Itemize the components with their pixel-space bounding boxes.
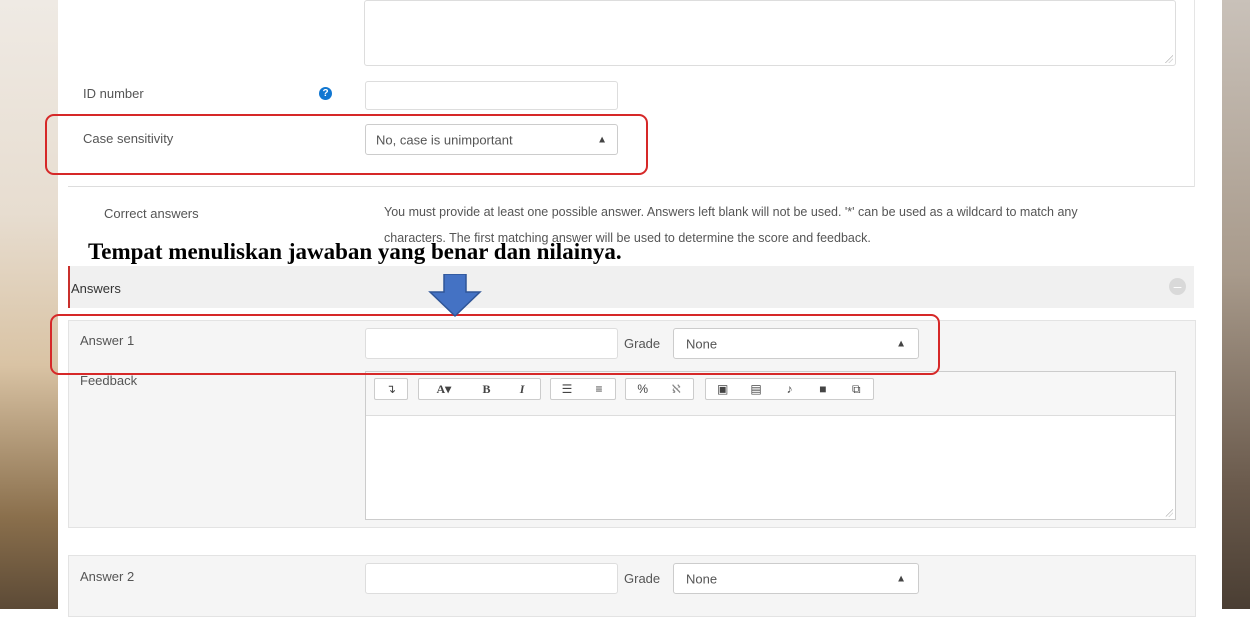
select-caret-icon: ▲ — [896, 573, 906, 584]
background-right-edge — [1222, 0, 1250, 609]
answers-section-title: Answers — [71, 281, 121, 296]
help-icon[interactable]: ? — [319, 87, 332, 100]
insert-media-icon: ▤ — [750, 382, 762, 396]
answer2-panel — [68, 555, 1196, 617]
id-number-input[interactable] — [365, 81, 618, 110]
answer2-input[interactable] — [365, 563, 618, 594]
background-left-edge — [0, 0, 58, 609]
record-video-icon: ■ — [819, 382, 827, 396]
general-feedback-textarea[interactable] — [364, 0, 1176, 66]
case-sensitivity-highlight — [45, 114, 648, 175]
link-buttons[interactable]: % ℵ — [625, 378, 694, 400]
show-more-button[interactable]: ↴ — [374, 378, 408, 400]
list-buttons[interactable]: ☰ ≡ — [550, 378, 616, 400]
resize-handle-icon[interactable] — [1165, 55, 1173, 63]
show-more-icon: ↴ — [385, 382, 397, 396]
feedback-label: Feedback — [80, 373, 138, 388]
answers-section-header[interactable]: Answers – — [68, 266, 1194, 308]
media-buttons[interactable]: ▣ ▤ ♪ ■ ⧉ — [705, 378, 874, 400]
collapse-minus-icon[interactable]: – — [1169, 278, 1186, 295]
answer2-grade-select[interactable]: None ▲ — [673, 563, 919, 594]
answer2-label: Answer 2 — [80, 569, 135, 584]
correct-answers-label: Correct answers — [104, 206, 199, 221]
annotation-caption: Tempat menuliskan jawaban yang benar dan… — [88, 239, 622, 264]
font-color-icon: A▾ — [436, 381, 452, 396]
unlink-icon: ℵ — [671, 382, 681, 396]
id-number-label: ID number — [83, 86, 144, 101]
required-bar — [68, 266, 70, 308]
answer2-grade-value: None — [686, 571, 718, 586]
insert-image-icon: ▣ — [717, 382, 729, 396]
section-divider — [68, 186, 1194, 187]
ordered-list-icon: ≡ — [595, 382, 603, 396]
font-color-button[interactable]: A▾ B I — [418, 378, 541, 400]
italic-icon: I — [519, 381, 525, 396]
section-divider-right — [1194, 0, 1195, 187]
answer2-grade-label: Grade — [624, 571, 661, 586]
question-edit-form: ID number ? Case sensitivity No, case is… — [58, 0, 1222, 617]
link-icon: % — [637, 382, 649, 396]
down-arrow-icon — [428, 274, 482, 318]
resize-handle-icon[interactable] — [1165, 509, 1173, 517]
record-audio-icon: ♪ — [786, 382, 793, 396]
unordered-list-icon: ☰ — [561, 382, 573, 396]
feedback-toolbar: ↴ A▾ B I ☰ ≡ % ℵ ▣ ▤ ♪ ■ ⧉ — [366, 372, 1175, 416]
answer1-highlight — [50, 314, 940, 375]
feedback-editor: ↴ A▾ B I ☰ ≡ % ℵ ▣ ▤ ♪ ■ ⧉ — [365, 371, 1176, 520]
correct-answers-help-line1: You must provide at least one possible a… — [384, 205, 1078, 219]
manage-files-icon: ⧉ — [851, 381, 861, 396]
bold-icon: B — [482, 381, 491, 396]
feedback-textarea[interactable] — [366, 416, 1175, 519]
